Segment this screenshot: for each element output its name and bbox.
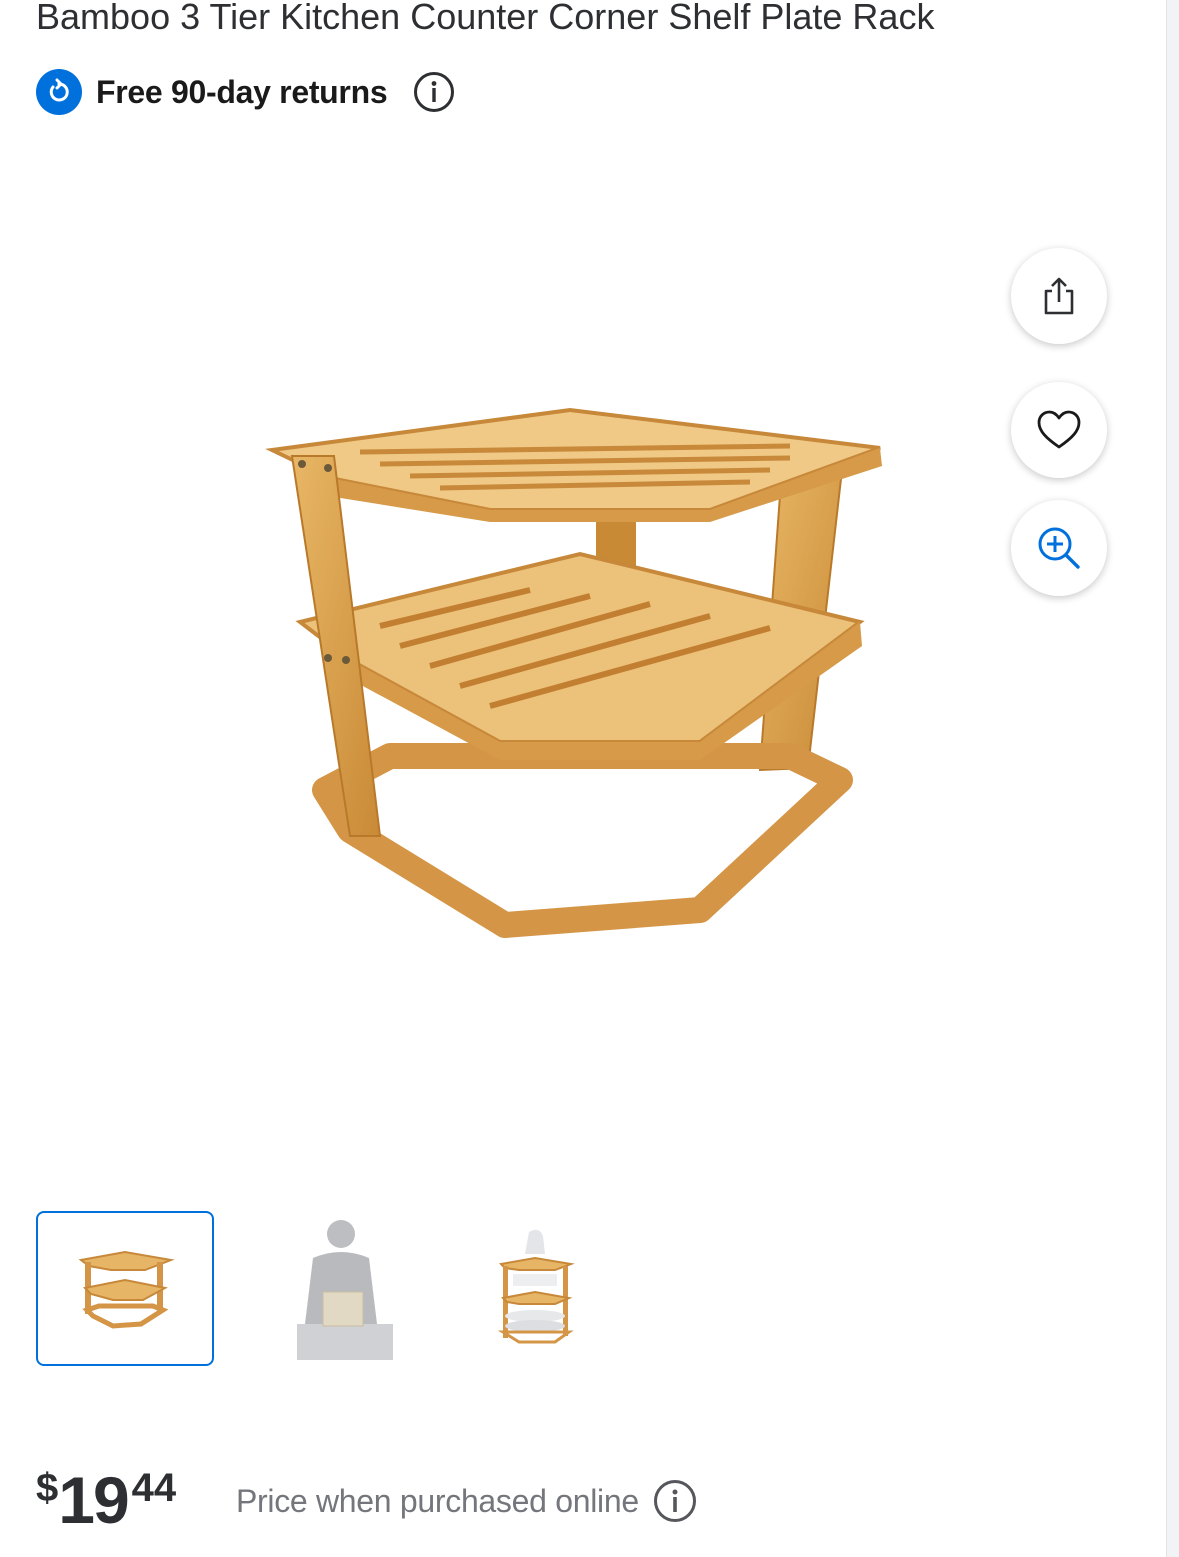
price: $ 19 44: [36, 1452, 176, 1552]
share-button[interactable]: [1011, 248, 1107, 344]
price-note-text: Price when purchased online: [236, 1482, 639, 1519]
share-icon: [1044, 277, 1074, 315]
price-cents: 44: [131, 1466, 177, 1510]
heart-icon: [1037, 410, 1081, 449]
price-currency: $: [36, 1466, 59, 1510]
favorite-button[interactable]: [1011, 382, 1107, 478]
thumbnail-rack[interactable]: [36, 1211, 214, 1366]
price-dollars: 19: [58, 1463, 129, 1537]
thumbnail-rack-in-use[interactable]: [446, 1211, 624, 1366]
thumbnail-size-reference[interactable]: [254, 1211, 432, 1366]
info-icon[interactable]: [413, 71, 455, 113]
returns-label: Free 90-day returns: [96, 73, 388, 110]
zoom-in-icon: [1038, 527, 1080, 569]
returns-banner: Free 90-day returns: [36, 66, 455, 118]
product-title: Bamboo 3 Tier Kitchen Counter Corner She…: [36, 0, 935, 37]
product-image[interactable]: [230, 360, 930, 980]
returns-icon: [36, 69, 82, 115]
scrollbar-track[interactable]: [1166, 0, 1179, 1557]
price-note: Price when purchased online: [236, 1478, 697, 1524]
price-info-icon[interactable]: [653, 1479, 697, 1523]
zoom-button[interactable]: [1011, 500, 1107, 596]
